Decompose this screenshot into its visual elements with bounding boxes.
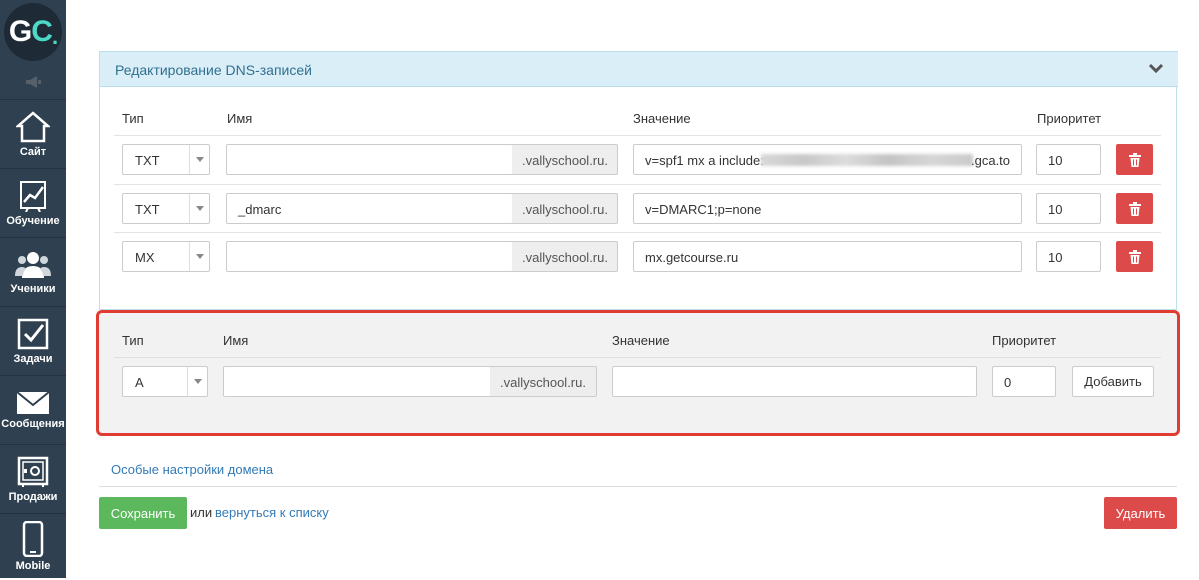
back-to-list-link[interactable]: вернуться к списку bbox=[215, 505, 329, 520]
suffix-text: .vallyschool.ru. bbox=[522, 202, 608, 217]
sidebar-item-label: Сообщения bbox=[1, 418, 65, 430]
suffix-text: .vallyschool.ru. bbox=[522, 153, 608, 168]
column-header-priority: Приоритет bbox=[992, 333, 1057, 348]
record-type-select[interactable]: TXT bbox=[122, 193, 210, 224]
megaphone-icon bbox=[26, 75, 41, 88]
domain-suffix: .vallyschool.ru. bbox=[490, 366, 597, 397]
domain-suffix: .vallyschool.ru. bbox=[512, 241, 618, 272]
input-value: 10 bbox=[1048, 202, 1063, 217]
sidebar-item-messages[interactable]: Сообщения bbox=[0, 377, 66, 445]
sidebar-item-label: Mobile bbox=[15, 559, 51, 572]
panel-header[interactable]: Редактирование DNS-записей bbox=[100, 51, 1178, 87]
input-value: 10 bbox=[1048, 153, 1063, 168]
delete-domain-button[interactable]: Удалить bbox=[1104, 497, 1177, 529]
safe-icon bbox=[17, 456, 49, 487]
save-button[interactable]: Сохранить bbox=[99, 497, 187, 529]
select-value: A bbox=[135, 375, 144, 390]
sidebar-item-label: Сайт bbox=[19, 146, 47, 158]
caret-down-icon bbox=[187, 367, 207, 396]
record-priority-input[interactable]: 10 bbox=[1036, 193, 1101, 224]
domain-suffix: .vallyschool.ru. bbox=[512, 193, 618, 224]
column-header-name: Имя bbox=[223, 333, 249, 348]
new-record-type-select[interactable]: A bbox=[122, 366, 208, 397]
column-header-value: Значение bbox=[612, 333, 670, 348]
caret-down-icon bbox=[189, 242, 209, 271]
record-type-select[interactable]: TXT bbox=[122, 144, 210, 175]
sidebar-item-label: Задачи bbox=[13, 353, 53, 365]
select-value: TXT bbox=[135, 202, 160, 217]
chart-icon bbox=[20, 181, 46, 212]
trash-icon bbox=[1128, 201, 1141, 216]
select-value: MX bbox=[135, 250, 155, 265]
divider bbox=[114, 184, 1161, 185]
input-value-end: .gca.to bbox=[971, 153, 1011, 168]
column-header-priority: Приоритет bbox=[1037, 111, 1102, 126]
sidebar-toggle-button[interactable] bbox=[0, 64, 66, 100]
logo-dot: . bbox=[51, 24, 58, 49]
domain-suffix: .vallyschool.ru. bbox=[512, 144, 618, 175]
column-header-value: Значение bbox=[633, 111, 691, 126]
sidebar-item-label: Продажи bbox=[8, 491, 58, 503]
trash-icon bbox=[1128, 249, 1141, 264]
delete-record-button[interactable] bbox=[1116, 241, 1153, 272]
home-icon bbox=[16, 111, 50, 143]
redacted-text bbox=[761, 154, 973, 166]
logo-circle: GC. bbox=[4, 3, 62, 61]
logo[interactable]: GC. bbox=[0, 0, 66, 64]
chevron-down-icon[interactable] bbox=[1148, 62, 1164, 74]
suffix-text: .vallyschool.ru. bbox=[522, 250, 608, 265]
input-value: v=DMARC1;p=none bbox=[645, 202, 762, 217]
record-name-input[interactable] bbox=[226, 144, 513, 175]
panel-title: Редактирование DNS-записей bbox=[115, 62, 312, 78]
select-value: TXT bbox=[135, 153, 160, 168]
sidebar-item-learning[interactable]: Обучение bbox=[0, 170, 66, 238]
sidebar-item-site[interactable]: Сайт bbox=[0, 101, 66, 169]
users-icon bbox=[15, 252, 51, 278]
sidebar-item-students[interactable]: Ученики bbox=[0, 239, 66, 307]
record-priority-input[interactable]: 10 bbox=[1036, 144, 1101, 175]
add-record-button[interactable]: Добавить bbox=[1072, 366, 1154, 397]
column-header-type: Тип bbox=[122, 111, 144, 126]
checkbox-icon bbox=[17, 318, 49, 350]
sidebar-item-tasks[interactable]: Задачи bbox=[0, 308, 66, 376]
record-value-input[interactable]: v=spf1 mx a include: .gca.to bbox=[633, 144, 1022, 175]
column-header-name: Имя bbox=[227, 111, 253, 126]
record-priority-input[interactable]: 10 bbox=[1036, 241, 1101, 272]
record-value-input[interactable]: mx.getcourse.ru bbox=[633, 241, 1022, 272]
delete-record-button[interactable] bbox=[1116, 144, 1153, 175]
new-record-value-input[interactable] bbox=[612, 366, 977, 397]
column-header-type: Тип bbox=[122, 333, 144, 348]
sidebar: GC. Сайт Обучение Ученики Задачи Сообщен… bbox=[0, 0, 66, 578]
sidebar-item-label: Обучение bbox=[6, 215, 60, 227]
record-value-input[interactable]: v=DMARC1;p=none bbox=[633, 193, 1022, 224]
new-record-name-input[interactable] bbox=[223, 366, 491, 397]
sidebar-item-sales[interactable]: Продажи bbox=[0, 446, 66, 514]
divider bbox=[99, 486, 1177, 487]
input-value: _dmarc bbox=[238, 202, 282, 217]
divider bbox=[114, 232, 1161, 233]
divider bbox=[114, 357, 1161, 358]
record-type-select[interactable]: MX bbox=[122, 241, 210, 272]
or-text: или bbox=[190, 505, 213, 520]
mobile-icon bbox=[22, 520, 44, 557]
new-record-priority-input[interactable]: 0 bbox=[992, 366, 1056, 397]
record-name-input[interactable] bbox=[226, 241, 513, 272]
delete-record-button[interactable] bbox=[1116, 193, 1153, 224]
input-value: v=spf1 mx a include: bbox=[645, 153, 764, 168]
suffix-text: .vallyschool.ru. bbox=[500, 375, 586, 390]
special-domain-settings-link[interactable]: Особые настройки домена bbox=[111, 462, 273, 477]
sidebar-item-label: Ученики bbox=[10, 283, 56, 295]
input-value: mx.getcourse.ru bbox=[645, 250, 739, 265]
caret-down-icon bbox=[189, 145, 209, 174]
envelope-icon bbox=[16, 391, 50, 414]
sidebar-item-mobile[interactable]: Mobile bbox=[0, 512, 66, 580]
input-value: 10 bbox=[1048, 250, 1063, 265]
input-value: 0 bbox=[1004, 375, 1012, 390]
logo-letter-c: C bbox=[31, 15, 53, 48]
divider bbox=[114, 135, 1161, 136]
trash-icon bbox=[1128, 152, 1141, 167]
record-name-input[interactable]: _dmarc bbox=[226, 193, 513, 224]
logo-letter-g: G bbox=[8, 15, 32, 48]
caret-down-icon bbox=[189, 194, 209, 223]
